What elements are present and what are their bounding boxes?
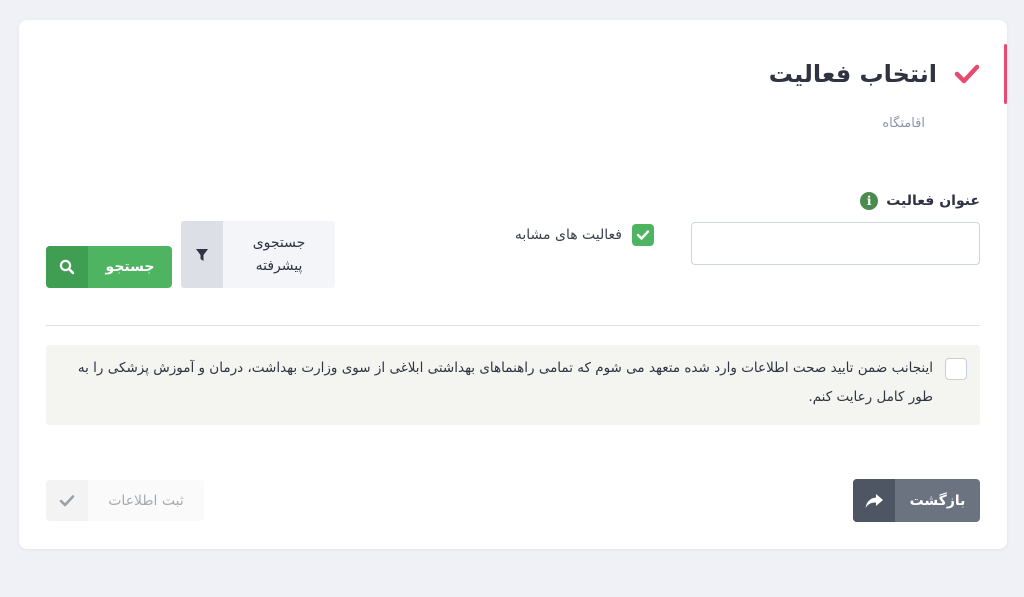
- filter-icon: [181, 221, 223, 288]
- submit-button[interactable]: ثبت اطلاعات: [46, 480, 204, 521]
- activity-selection-card: انتخاب فعالیت اقامتگاه عنوان فعالیت i فع…: [19, 20, 1007, 549]
- divider: [46, 325, 980, 326]
- checkbox-checked-icon[interactable]: [632, 224, 654, 246]
- agreement-checkbox[interactable]: [945, 358, 967, 380]
- checkmark-icon: [46, 480, 88, 521]
- checkmark-icon: [953, 60, 981, 88]
- similar-activities-checkbox[interactable]: فعالیت های مشابه: [515, 224, 654, 246]
- agreement-box: اینجانب ضمن تایید صحت اطلاعات وارد شده م…: [46, 345, 980, 425]
- page-subtitle: اقامتگاه: [882, 116, 925, 131]
- accent-bar: [1004, 44, 1007, 104]
- back-button-label: بازگشت: [909, 492, 966, 509]
- advanced-search-button[interactable]: جستجوی پیشرفته: [181, 221, 335, 288]
- header: انتخاب فعالیت: [769, 60, 981, 88]
- similar-activities-label: فعالیت های مشابه: [514, 227, 622, 243]
- search-icon: [46, 246, 88, 288]
- share-arrow-icon: [853, 479, 895, 522]
- page-title: انتخاب فعالیت: [768, 60, 937, 88]
- field-label-text: عنوان فعالیت: [886, 193, 980, 209]
- activity-title-input[interactable]: [691, 222, 980, 265]
- search-button[interactable]: جستجو: [46, 246, 172, 288]
- advanced-search-label: جستجوی پیشرفته: [252, 235, 306, 274]
- info-icon[interactable]: i: [860, 192, 879, 210]
- search-button-label: جستجو: [105, 259, 155, 275]
- agreement-text: اینجانب ضمن تایید صحت اطلاعات وارد شده م…: [77, 360, 933, 405]
- activity-title-label: عنوان فعالیت i: [860, 192, 980, 210]
- submit-button-label: ثبت اطلاعات: [108, 492, 184, 509]
- back-button[interactable]: بازگشت: [853, 479, 980, 522]
